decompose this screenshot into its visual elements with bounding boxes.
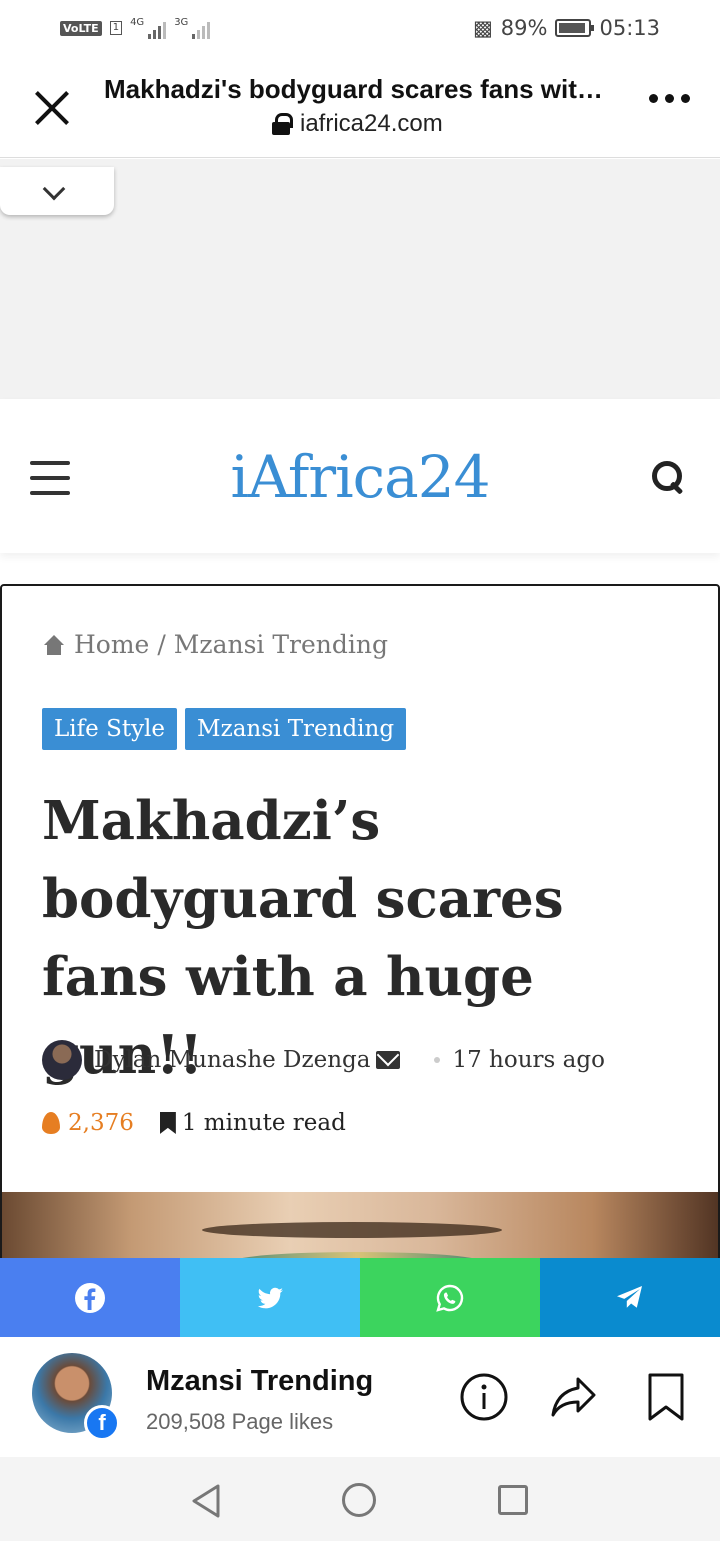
back-icon[interactable] xyxy=(190,1483,222,1519)
share-icon[interactable] xyxy=(548,1371,600,1423)
search-icon[interactable] xyxy=(652,461,686,495)
facebook-badge-icon: f xyxy=(84,1405,120,1441)
url-text: iafrica24.com xyxy=(300,110,443,137)
home-nav-icon[interactable] xyxy=(342,1483,376,1517)
author-name[interactable]: Dylan Munashe Dzenga xyxy=(94,1047,370,1073)
facebook-icon xyxy=(75,1282,105,1313)
vibrate-icon: ▩ xyxy=(472,16,493,40)
status-left: VoLTE 1 4G 3G xyxy=(60,17,211,39)
signal-4g-icon: 4G xyxy=(130,17,167,39)
twitter-icon xyxy=(257,1287,283,1308)
bookmark-icon xyxy=(159,1112,176,1134)
article-meta: Dylan Munashe Dzenga 17 hours ago xyxy=(42,1040,605,1080)
site-header: iAfrica24 xyxy=(0,399,720,553)
author-avatar[interactable] xyxy=(42,1040,82,1080)
publish-time: 17 hours ago xyxy=(452,1047,605,1073)
ad-banner-area xyxy=(0,159,720,399)
battery-icon xyxy=(555,19,595,37)
view-count: 2,376 xyxy=(68,1110,134,1136)
status-bar: VoLTE 1 4G 3G ▩ 89% 05:13 xyxy=(0,0,720,56)
battery-percent: 89% xyxy=(500,16,548,40)
category-life-style[interactable]: Life Style xyxy=(42,708,178,750)
breadcrumb-current[interactable]: Mzansi Trending xyxy=(174,630,388,659)
collapse-ad-button[interactable] xyxy=(0,167,114,215)
share-telegram-button[interactable] xyxy=(540,1258,720,1337)
read-time: 1 minute read xyxy=(181,1110,346,1136)
telegram-icon xyxy=(617,1285,642,1308)
clock: 05:13 xyxy=(599,16,660,40)
volte-indicator: VoLTE xyxy=(60,20,102,36)
share-twitter-button[interactable] xyxy=(180,1258,360,1337)
status-right: ▩ 89% 05:13 xyxy=(473,16,660,40)
share-whatsapp-button[interactable] xyxy=(360,1258,540,1337)
breadcrumb: Home / Mzansi Trending xyxy=(42,630,388,659)
breadcrumb-home[interactable]: Home xyxy=(74,630,149,659)
save-bookmark-icon[interactable] xyxy=(640,1371,692,1423)
flame-icon xyxy=(42,1112,60,1134)
more-options-icon[interactable] xyxy=(649,94,690,103)
info-icon[interactable] xyxy=(458,1371,510,1423)
fb-page-likes: 209,508 Page likes xyxy=(146,1409,334,1434)
meta-separator xyxy=(434,1057,441,1063)
fb-page-name[interactable]: Mzansi Trending xyxy=(146,1365,373,1398)
article-card: Home / Mzansi Trending Life Style Mzansi… xyxy=(0,584,720,1284)
mail-icon[interactable] xyxy=(376,1051,401,1069)
facebook-page-footer: f Mzansi Trending 209,508 Page likes xyxy=(0,1337,720,1457)
recent-apps-icon[interactable] xyxy=(498,1485,528,1515)
share-bar xyxy=(0,1258,720,1337)
system-nav-bar xyxy=(0,1457,720,1541)
browser-toolbar: Makhadzi's bodyguard scares fans with...… xyxy=(0,56,720,158)
chevron-down-icon xyxy=(42,177,66,201)
url-display[interactable]: iafrica24.com xyxy=(272,110,443,138)
breadcrumb-separator: / xyxy=(157,630,166,659)
close-icon[interactable] xyxy=(30,86,74,130)
site-logo[interactable]: iAfrica24 xyxy=(0,443,720,511)
category-badges: Life Style Mzansi Trending xyxy=(42,708,407,750)
share-facebook-button[interactable] xyxy=(0,1258,180,1337)
home-icon xyxy=(42,634,66,655)
browser-page-title: Makhadzi's bodyguard scares fans with... xyxy=(104,74,609,104)
whatsapp-icon xyxy=(436,1284,464,1312)
category-mzansi-trending[interactable]: Mzansi Trending xyxy=(185,708,407,750)
signal-3g-icon: 3G xyxy=(174,17,211,39)
sim-indicator: 1 xyxy=(109,21,123,35)
article-stats: 2,376 1 minute read xyxy=(42,1110,346,1136)
lock-icon xyxy=(272,113,293,135)
